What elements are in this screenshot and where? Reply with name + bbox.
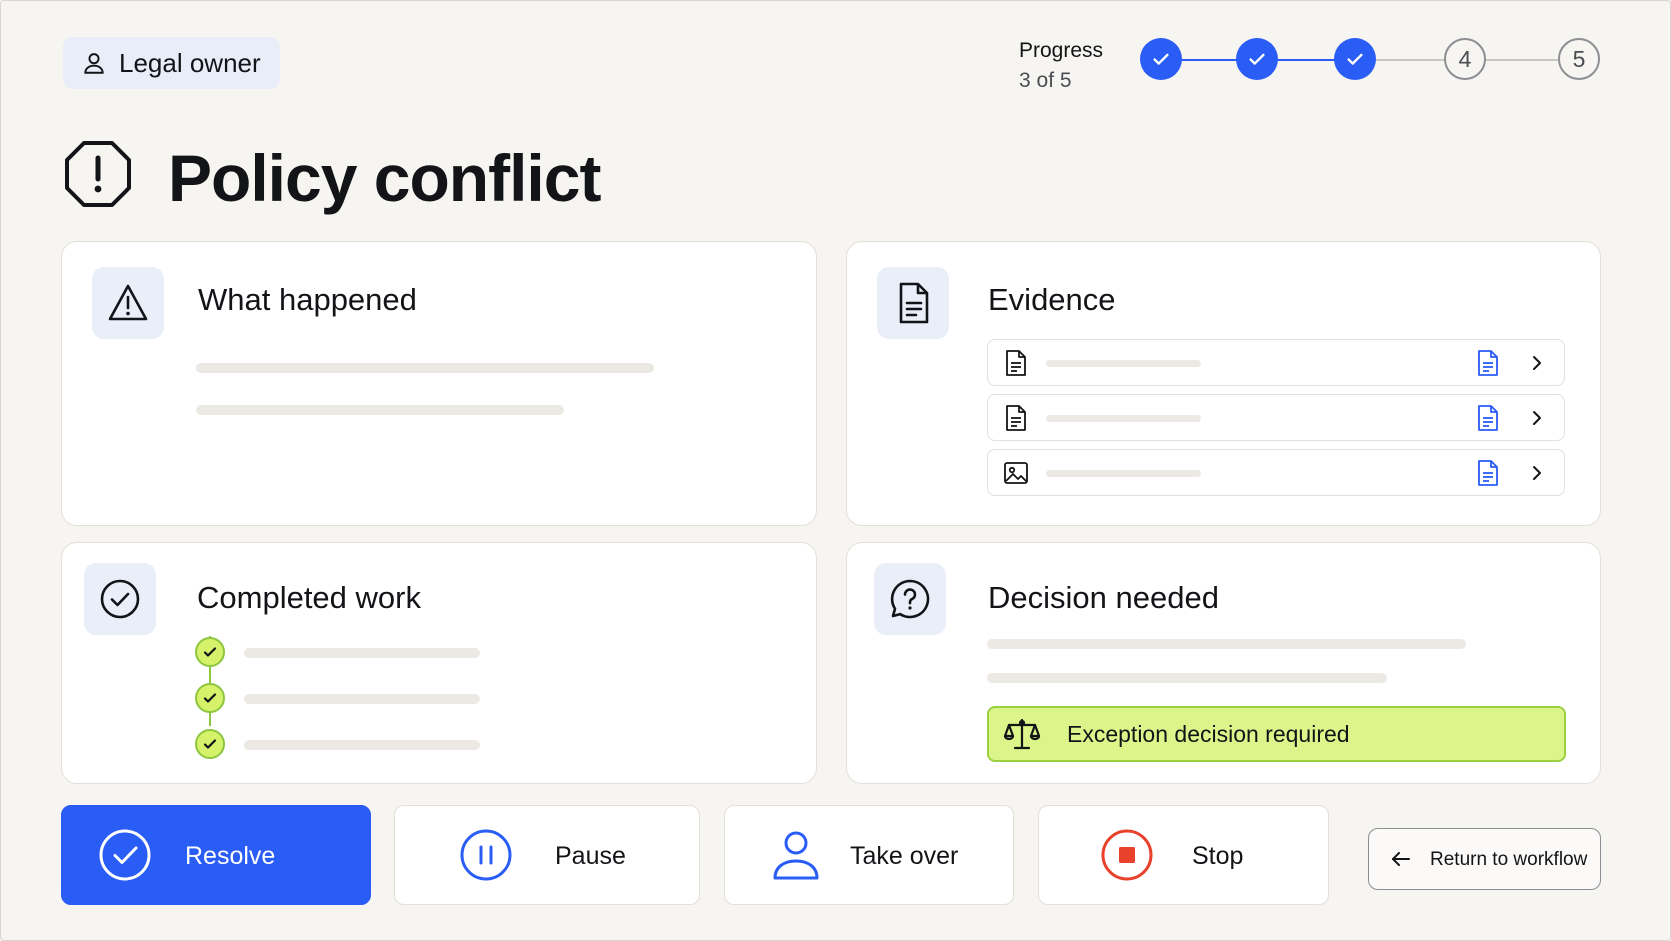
resolve-label: Resolve [185, 842, 276, 870]
decision-icon-tile [874, 563, 946, 635]
placeholder-line [244, 648, 480, 658]
progress-label: Progress [1019, 39, 1104, 62]
document-icon [1006, 350, 1026, 376]
what-happened-card: What happened [61, 241, 817, 526]
step-connector [1484, 59, 1560, 61]
check-icon [203, 647, 217, 657]
decision-needed-title: Decision needed [988, 580, 1219, 615]
step-5: 5 [1558, 38, 1600, 80]
progress-summary: Progress 3 of 5 [1019, 36, 1103, 96]
take-over-button[interactable]: Take over [724, 805, 1014, 905]
return-to-workflow-button[interactable]: Return to workflow [1368, 828, 1601, 890]
evidence-item[interactable] [987, 449, 1565, 496]
arrow-left-icon [1392, 852, 1410, 866]
placeholder-line [1046, 360, 1201, 367]
page-title: Policy conflict [168, 141, 601, 215]
placeholder-line [244, 740, 480, 750]
pause-button[interactable]: Pause [394, 805, 700, 905]
chevron-right-icon[interactable] [1528, 409, 1546, 427]
document-icon [1006, 405, 1026, 431]
evidence-title: Evidence [988, 282, 1116, 317]
user-icon [773, 831, 819, 880]
check-icon [203, 693, 217, 703]
evidence-card: Evidence [846, 241, 1601, 526]
step-4: 4 [1444, 38, 1486, 80]
placeholder-line [1046, 415, 1201, 422]
owner-chip[interactable]: Legal owner [63, 37, 280, 89]
evidence-icon-tile [877, 267, 949, 339]
user-icon [84, 53, 104, 74]
placeholder-line [1046, 470, 1201, 477]
image-icon [1004, 462, 1028, 484]
what-happened-title: What happened [198, 282, 417, 317]
document-blue-icon[interactable] [1476, 405, 1500, 431]
step-5-number: 5 [1572, 45, 1586, 72]
pause-icon [460, 829, 512, 881]
placeholder-line [196, 405, 564, 415]
return-to-workflow-label: Return to workflow [1430, 849, 1588, 870]
progress-count: 3 of 5 [1019, 69, 1072, 92]
chevron-right-icon[interactable] [1528, 464, 1546, 482]
step-3-done [1334, 38, 1376, 80]
pause-label: Pause [555, 842, 626, 870]
document-blue-icon[interactable] [1476, 350, 1500, 376]
check-circle-icon [99, 829, 151, 881]
placeholder-line [987, 639, 1466, 649]
step-connector [1374, 59, 1446, 61]
completed-work-icon-tile [84, 563, 156, 635]
check-circle-icon [100, 579, 140, 619]
what-happened-icon-tile [92, 267, 164, 339]
placeholder-line [987, 673, 1387, 683]
exception-decision-label: Exception decision required [1067, 720, 1350, 747]
stop-label: Stop [1192, 842, 1244, 870]
check-icon [1249, 53, 1265, 65]
completed-work-card: Completed work [61, 542, 817, 784]
check-icon [1347, 53, 1363, 65]
check-icon [1153, 53, 1169, 65]
decision-needed-card: Decision needed Exception decision requi… [846, 542, 1601, 784]
stop-icon [1101, 829, 1153, 881]
step-1-done [1140, 38, 1182, 80]
placeholder-line [244, 694, 480, 704]
stop-button[interactable]: Stop [1038, 805, 1329, 905]
progress-stepper: 4 5 [1140, 38, 1602, 82]
take-over-label: Take over [850, 842, 959, 870]
warning-triangle-icon [108, 284, 148, 321]
completed-item-check [195, 637, 225, 667]
evidence-item[interactable] [987, 394, 1565, 441]
alert-octagon-icon [65, 141, 131, 207]
step-2-done [1236, 38, 1278, 80]
completed-item-check [195, 683, 225, 713]
document-blue-icon[interactable] [1476, 460, 1500, 486]
question-bubble-icon [890, 579, 930, 619]
completed-work-title: Completed work [197, 580, 421, 615]
scales-icon [1003, 718, 1041, 750]
owner-label: Legal owner [119, 47, 261, 78]
completed-item-check [195, 729, 225, 759]
placeholder-line [196, 363, 654, 373]
step-4-number: 4 [1458, 45, 1472, 72]
exception-decision-banner[interactable]: Exception decision required [987, 706, 1566, 762]
evidence-item[interactable] [987, 339, 1565, 386]
step-connector [1276, 59, 1336, 61]
check-icon [203, 739, 217, 749]
document-icon [899, 282, 929, 324]
chevron-right-icon[interactable] [1528, 354, 1546, 372]
step-connector [1180, 59, 1238, 61]
resolve-button[interactable]: Resolve [61, 805, 371, 905]
